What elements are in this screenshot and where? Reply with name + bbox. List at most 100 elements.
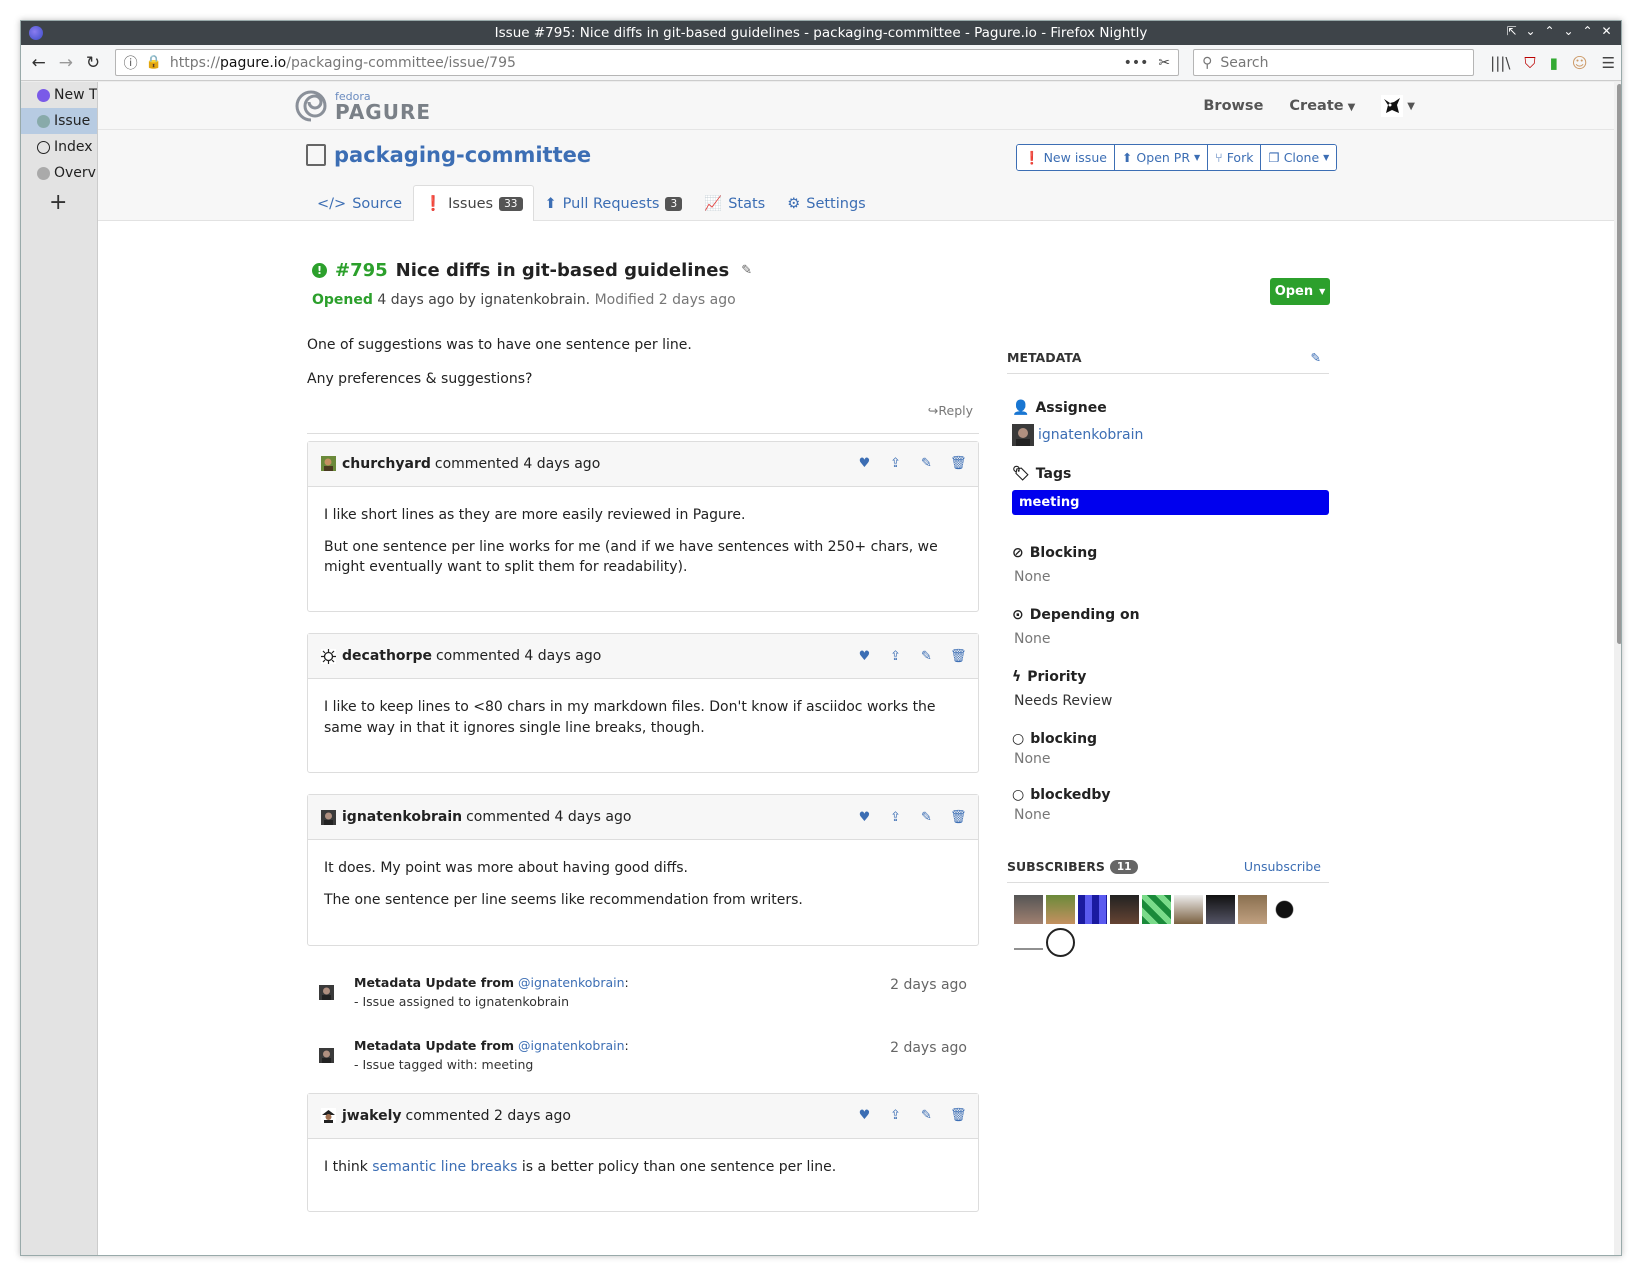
pagure-logo[interactable]: fedora PAGURE — [293, 88, 431, 124]
status-dropdown-button[interactable]: Open ▼ — [1270, 278, 1330, 305]
comment-author[interactable]: ignatenkobrain — [342, 809, 462, 825]
subscriber-avatar[interactable] — [1270, 895, 1299, 924]
share-icon[interactable]: ⇪ — [888, 649, 903, 664]
share-icon[interactable]: ⇪ — [888, 810, 903, 825]
arrow-circle-icon: ⬆ — [1121, 150, 1133, 165]
tab-stats[interactable]: 📈 Stats — [693, 185, 776, 221]
metadata-update-detail: - Issue assigned to ignatenkobrain — [354, 993, 569, 1009]
metadata-heading: METADATA ✎ — [1007, 350, 1329, 374]
comment-author[interactable]: decathorpe — [342, 648, 432, 664]
sidebar-tab-new[interactable]: New T — [21, 82, 97, 108]
trash-icon[interactable]: 🗑 — [950, 649, 967, 664]
comment-author[interactable]: jwakely — [342, 1108, 402, 1124]
extension-icon[interactable]: ▮ — [1550, 54, 1558, 72]
maximize-icon[interactable]: ⌃ — [1581, 24, 1594, 38]
heart-icon[interactable]: ♥ — [857, 810, 872, 825]
comment-time: commented 4 days ago — [435, 648, 602, 665]
sidebar-tab-overview[interactable]: Overv — [21, 160, 97, 186]
reply-link[interactable]: ↪Reply — [307, 403, 973, 418]
comment-author[interactable]: churchyard — [342, 456, 431, 472]
trash-icon[interactable]: 🗑 — [950, 456, 967, 471]
subscriber-avatar[interactable] — [1206, 895, 1235, 924]
shade-icon[interactable]: ⌄ — [1524, 24, 1537, 38]
clone-button[interactable]: ❐ Clone ▼ — [1261, 145, 1337, 170]
tab-source[interactable]: </> Source — [306, 185, 413, 221]
tags-section: 🏷 Tags meeting — [1007, 466, 1329, 515]
menu-icon[interactable]: ☰ — [1602, 54, 1615, 72]
avatar[interactable] — [321, 1108, 336, 1124]
avatar[interactable] — [321, 809, 336, 825]
subscriber-avatar[interactable] — [1174, 895, 1203, 924]
description-paragraph: Any preferences & suggestions? — [307, 370, 533, 387]
metadata-update: Metadata Update from @ignatenkobrain: - … — [307, 967, 979, 1030]
share-icon[interactable]: ⇪ — [888, 456, 903, 471]
ublock-icon[interactable]: ⛉ — [1524, 54, 1535, 72]
tag-meeting[interactable]: meeting — [1012, 490, 1329, 515]
tab-issues[interactable]: ❗ Issues 33 — [413, 185, 534, 221]
subscriber-avatar[interactable] — [1046, 928, 1075, 957]
minimize-icon[interactable]: ⌄ — [1562, 24, 1575, 38]
user-mention-link[interactable]: @ignatenkobrain — [518, 975, 625, 990]
monkey-icon[interactable]: ☺ — [1572, 54, 1588, 72]
trash-icon[interactable]: 🗑 — [950, 810, 967, 825]
url-bar[interactable]: ⓘ 🔒 https://pagure.io/packaging-committe… — [114, 49, 1180, 76]
sidebar-tab-index[interactable]: Index — [21, 134, 97, 160]
subscriber-avatar[interactable] — [1014, 928, 1043, 957]
subscriber-avatar[interactable] — [1078, 895, 1107, 924]
page-actions-icon[interactable]: ••• — [1124, 55, 1149, 71]
subscriber-avatar[interactable] — [1110, 895, 1139, 924]
circle-icon: ○ — [1012, 731, 1025, 747]
search-bar[interactable]: ⚲ Search — [1193, 49, 1475, 76]
screenshot-icon[interactable]: ✂ — [1158, 55, 1170, 71]
close-icon[interactable]: ✕ — [1600, 24, 1613, 38]
ban-icon: ⊘ — [1012, 545, 1024, 561]
tab-label: Stats — [728, 195, 766, 212]
unsubscribe-link[interactable]: Unsubscribe — [1244, 859, 1321, 874]
edit-metadata-icon[interactable]: ✎ — [1311, 350, 1321, 365]
share-icon[interactable]: ⇪ — [888, 1108, 903, 1123]
tab-label: Issues — [448, 195, 494, 212]
heart-icon[interactable]: ♥ — [857, 1108, 872, 1123]
tab-label: Pull Requests — [562, 195, 660, 212]
edit-icon[interactable]: ✎ — [919, 810, 934, 825]
fork-button[interactable]: ⑂ Fork — [1208, 145, 1262, 170]
edit-icon[interactable]: ✎ — [919, 1108, 934, 1123]
assignee-link[interactable]: ignatenkobrain — [1038, 427, 1143, 443]
semantic-line-breaks-link[interactable]: semantic line breaks — [372, 1159, 517, 1175]
new-tab-icon[interactable]: + — [21, 190, 97, 215]
open-pr-button[interactable]: ⬆ Open PR ▼ — [1114, 145, 1209, 170]
sidebar-tab-issue[interactable]: Issue — [21, 108, 97, 134]
url-scheme: https:// — [169, 54, 221, 71]
edit-title-icon[interactable]: ✎ — [741, 263, 752, 278]
subscriber-avatar[interactable] — [1014, 895, 1043, 924]
repo-name[interactable]: packaging-committee — [334, 143, 591, 167]
create-menu[interactable]: Create ▼ — [1289, 98, 1355, 114]
user-mention-link[interactable]: @ignatenkobrain — [518, 1038, 625, 1053]
subscriber-avatar[interactable] — [1142, 895, 1171, 924]
scrollbar-thumb[interactable] — [1617, 84, 1621, 644]
library-icon[interactable]: |||\ — [1490, 54, 1510, 72]
user-menu[interactable]: ▼ — [1381, 95, 1415, 117]
tab-settings[interactable]: ⚙ Settings — [776, 185, 876, 221]
avatar[interactable] — [319, 1047, 334, 1063]
info-icon[interactable]: ⓘ — [124, 53, 138, 73]
tab-pull-requests[interactable]: ⬆ Pull Requests 3 — [534, 185, 694, 221]
avatar[interactable] — [321, 648, 336, 664]
subscriber-avatar[interactable] — [1046, 895, 1075, 924]
avatar[interactable] — [1012, 424, 1034, 446]
back-icon[interactable]: ← — [27, 51, 50, 75]
trash-icon[interactable]: 🗑 — [950, 1108, 967, 1123]
avatar[interactable] — [321, 456, 336, 472]
forward-icon[interactable]: → — [54, 51, 77, 75]
heart-icon[interactable]: ♥ — [857, 456, 872, 471]
heart-icon[interactable]: ♥ — [857, 649, 872, 664]
browse-link[interactable]: Browse — [1203, 98, 1263, 114]
avatar[interactable] — [319, 984, 334, 1000]
subscriber-avatar[interactable] — [1238, 895, 1267, 924]
edit-icon[interactable]: ✎ — [919, 456, 934, 471]
keep-above-icon[interactable]: ⇱ — [1505, 24, 1518, 38]
new-issue-button[interactable]: ❗ New issue — [1017, 145, 1115, 170]
collapse-icon[interactable]: ⌃ — [1543, 24, 1556, 38]
reload-icon[interactable]: ↻ — [81, 51, 104, 75]
edit-icon[interactable]: ✎ — [919, 649, 934, 664]
